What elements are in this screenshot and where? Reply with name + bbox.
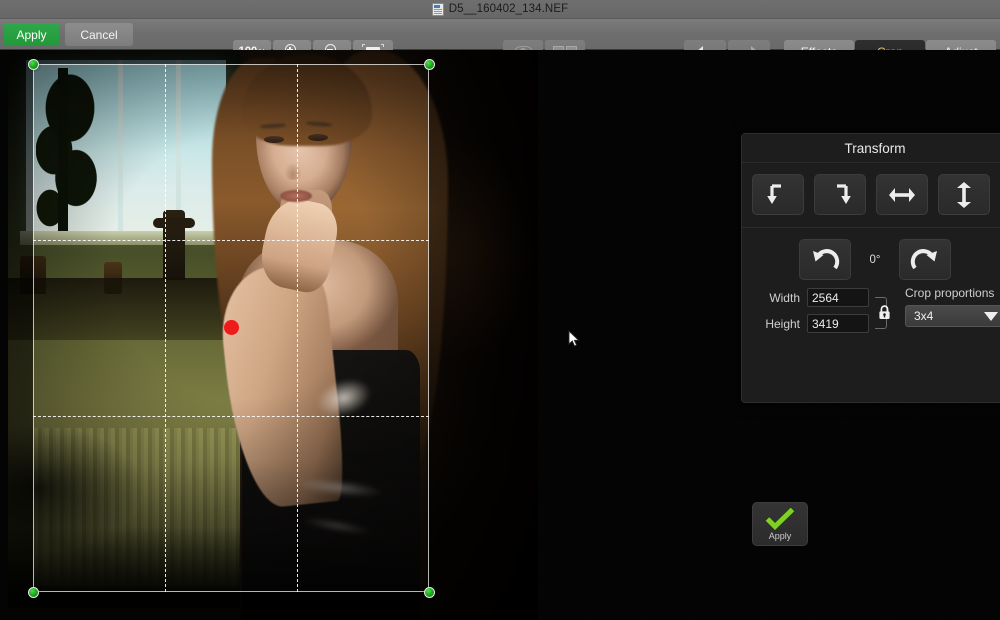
handle-top-left[interactable] <box>28 59 39 70</box>
transform-panel: Transform 0° Width 2564 Height 3419 Crop… <box>741 133 1000 546</box>
handle-bottom-left[interactable] <box>28 587 39 598</box>
flip-horizontal-icon <box>889 187 915 202</box>
rotate-controls-row: 0° <box>742 228 1000 288</box>
crop-proportions-label: Crop proportions <box>905 286 995 300</box>
dimension-controls: Width 2564 Height 3419 Crop proportions … <box>742 286 1000 546</box>
raw-photo-file-icon <box>431 2 444 16</box>
rotate-clockwise-icon <box>910 248 937 269</box>
handle-bottom-right[interactable] <box>424 587 435 598</box>
rotate-left-90-icon <box>767 183 781 204</box>
crop-proportions-select[interactable]: 3x4 <box>905 305 1000 327</box>
crop-proportions-value: 3x4 <box>914 309 934 323</box>
width-input[interactable]: 2564 <box>807 288 869 307</box>
flip-vertical-button[interactable] <box>938 174 990 215</box>
rotate-clockwise-button[interactable] <box>899 239 951 280</box>
panel-apply-button[interactable]: Apply <box>752 502 808 546</box>
size-fields: Width 2564 Height 3419 Crop proportions … <box>752 286 1000 333</box>
flip-horizontal-button[interactable] <box>876 174 928 215</box>
aspect-lock-icon[interactable] <box>878 305 891 325</box>
rotate-right-90-button[interactable] <box>814 174 866 215</box>
rotate-right-90-icon <box>837 183 851 204</box>
crop-proportions-block: Crop proportions 3x4 <box>905 286 1000 327</box>
title-wrap: D5__160402_134.NEF <box>431 2 569 16</box>
width-label: Width <box>769 290 800 305</box>
red-marker-dot <box>224 320 239 335</box>
height-label: Height <box>765 316 800 331</box>
transform-panel-title: Transform <box>742 134 1000 163</box>
apply-button[interactable]: Apply <box>4 23 59 46</box>
rotate-left-90-button[interactable] <box>752 174 804 215</box>
photo-image <box>8 50 538 620</box>
title-bar: D5__160402_134.NEF <box>0 0 1000 19</box>
green-checkmark-icon <box>765 507 795 530</box>
document-title: D5__160402_134.NEF <box>448 3 569 15</box>
chevron-down-icon <box>984 311 998 321</box>
app-window: D5__160402_134.NEF Apply Cancel 100% <box>0 0 1000 620</box>
panel-apply-label: Apply <box>768 530 792 541</box>
mouse-pointer-icon <box>568 330 580 347</box>
flip-rotate-button-row <box>742 163 1000 228</box>
cancel-button[interactable]: Cancel <box>65 23 133 46</box>
rotate-counterclockwise-button[interactable] <box>799 239 851 280</box>
handle-top-right[interactable] <box>424 59 435 70</box>
rotate-counterclockwise-icon <box>813 248 840 269</box>
rotation-angle-value: 0° <box>869 253 881 266</box>
height-input[interactable]: 3419 <box>807 314 869 333</box>
main-toolbar: Apply Cancel 100% <box>0 19 1000 63</box>
flip-vertical-icon <box>957 181 971 208</box>
